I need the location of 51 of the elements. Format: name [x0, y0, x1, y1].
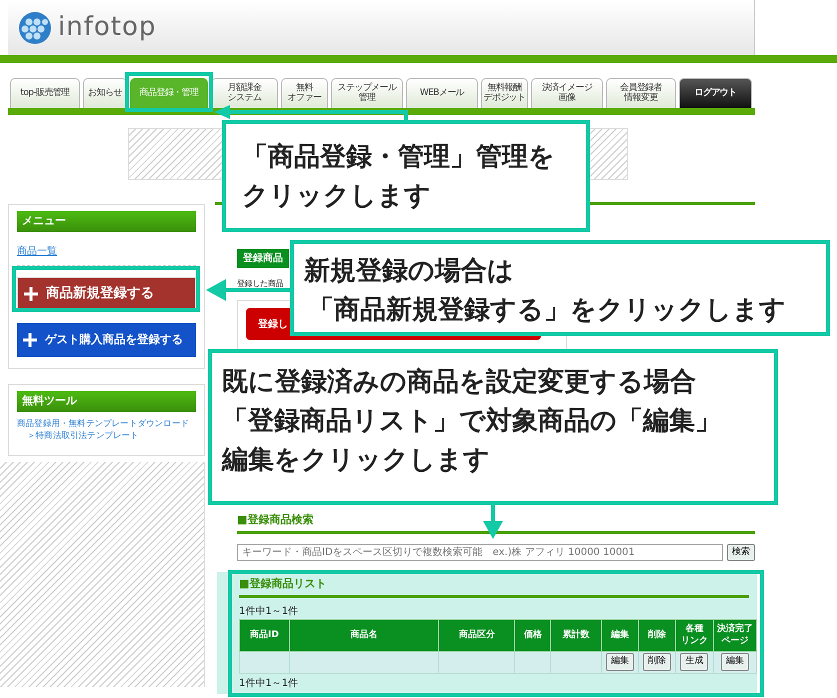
section-label: 登録商品 [237, 249, 289, 268]
search-field[interactable]: キーワード・商品IDをスペース区切りで複数検索可能 ex.)株 アフィリ 10000 10001 [237, 544, 723, 560]
nav-tab[interactable]: ステップメール管理 [331, 78, 403, 108]
nav-tab[interactable]: お知らせ [83, 78, 127, 108]
panel-heading: 無料ツール [17, 391, 196, 412]
column-header: 価格 [514, 619, 551, 651]
column-header: 決済完了ページ [713, 619, 756, 651]
column-header: 商品ID [240, 619, 290, 651]
callout-text: 「商品登録・管理」管理を [242, 141, 556, 174]
column-header: 累計数 [550, 619, 602, 651]
nav-tab[interactable]: 決済イメージ画像 [531, 78, 603, 108]
nav-tab[interactable]: 会員登録者情報変更 [606, 78, 676, 108]
column-header: 商品区分 [438, 619, 515, 651]
panel-heading: メニュー [17, 211, 196, 232]
intro-text: 登録した商品 [237, 278, 284, 290]
callout-text: 「商品新規登録する」をクリックします [307, 294, 787, 327]
tool-link[interactable]: ＞特商法取引法テンプレート [17, 430, 196, 443]
row-action-button[interactable]: 編集 [606, 653, 634, 671]
table-cell [514, 651, 551, 673]
register-button[interactable]: ゲスト購入商品を登録する [17, 322, 196, 356]
nav-tab[interactable]: 無料報酬デポジット [481, 78, 528, 108]
column-header: 編集 [602, 619, 639, 651]
menu-link[interactable]: 商品一覧 [17, 244, 196, 258]
logo-icon [18, 10, 52, 44]
nav-tab[interactable]: 月額課金システム [211, 78, 278, 108]
tool-link[interactable]: 商品登録用・無料テンプレートダウンロード [17, 418, 196, 430]
logo-text: infotop [58, 11, 156, 44]
section-heading: ■登録商品リスト [239, 576, 749, 598]
plus-icon [24, 286, 38, 300]
search-button[interactable]: 検索 [727, 544, 755, 561]
register-button[interactable]: 商品新規登録する [17, 276, 196, 310]
nav-tab[interactable]: WEBメール [406, 78, 478, 108]
section-heading: ■登録商品検索 [237, 512, 755, 534]
result-count: 1件中1～1件 [239, 604, 300, 618]
column-header: 商品名 [289, 619, 439, 651]
result-count: 1件中1～1件 [239, 676, 300, 690]
table-cell [240, 651, 290, 673]
column-header: 各種リンク [676, 619, 714, 651]
nav-tab[interactable]: top-販売管理 [10, 78, 80, 108]
callout-text: クリックします [242, 180, 432, 213]
callout-text: 編集をクリックします [222, 444, 491, 477]
row-action-button[interactable]: 削除 [643, 653, 672, 671]
nav-tab[interactable]: ログアウト [679, 78, 752, 108]
row-action-button[interactable]: 編集 [720, 653, 749, 671]
column-header: 削除 [638, 619, 676, 651]
plus-icon [23, 332, 37, 346]
callout-text: 新規登録の場合は [304, 255, 515, 288]
nav-tab[interactable]: 無料オファー [281, 78, 328, 108]
callout-text: 既に登録済みの商品を設定変更する場合 [222, 366, 697, 399]
row-action-button[interactable]: 生成 [680, 653, 708, 671]
callout-text: 「登録商品リスト」で対象商品の「編集」 [222, 405, 722, 438]
